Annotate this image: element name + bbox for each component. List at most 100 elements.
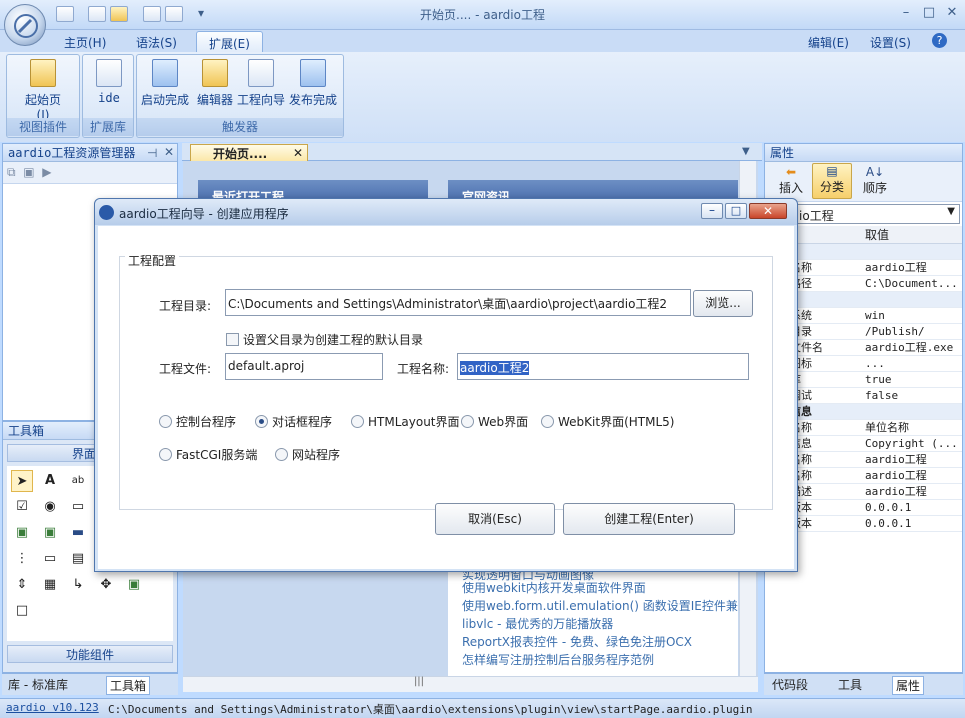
radio-fastcgi[interactable]: FastCGI服务端 bbox=[159, 446, 257, 463]
property-value[interactable]: aardio工程 bbox=[865, 452, 927, 467]
publish-complete-button[interactable]: 发布完成 bbox=[289, 59, 337, 113]
tab-syntax[interactable]: 语法(S) bbox=[124, 31, 189, 52]
move-tool-icon[interactable]: ✥ bbox=[95, 574, 117, 596]
tab-tools[interactable]: 工具 bbox=[838, 676, 862, 693]
play-icon[interactable]: ▶ bbox=[42, 165, 51, 179]
property-value[interactable]: aardio工程 bbox=[865, 484, 927, 499]
spin-tool-icon[interactable]: ⇕ bbox=[11, 574, 33, 596]
radio-circle[interactable] bbox=[541, 415, 554, 428]
save-icon[interactable]: ▣ bbox=[23, 165, 34, 179]
insert-button[interactable]: ⬅ 插入 bbox=[775, 165, 807, 196]
tree-tool-icon[interactable]: ⋮ bbox=[11, 548, 33, 570]
menu-edit[interactable]: 编辑(E) bbox=[796, 31, 861, 52]
cancel-button[interactable]: 取消(Esc) bbox=[435, 503, 555, 535]
label-tool-icon[interactable]: A bbox=[39, 470, 61, 492]
editor-button[interactable]: 编辑器 bbox=[191, 59, 239, 113]
splitter-tool-icon[interactable]: ↳ bbox=[67, 574, 89, 596]
property-value[interactable]: 0.0.0.1 bbox=[865, 500, 911, 515]
news-link[interactable]: 使用web.form.util.emulation() 函数设置IE控件兼 bbox=[448, 596, 738, 614]
radio-console[interactable]: 控制台程序 bbox=[159, 413, 236, 430]
close-button[interactable]: ✕ bbox=[942, 6, 962, 22]
pointer-tool-icon[interactable]: ➤ bbox=[11, 470, 33, 492]
pin-icon[interactable]: ⊣ bbox=[147, 146, 157, 160]
grid-tool-icon[interactable]: ▦ bbox=[39, 574, 61, 596]
news-link[interactable]: 使用webkit内核开发桌面软件界面 bbox=[448, 578, 738, 596]
radio-circle[interactable] bbox=[159, 415, 172, 428]
property-value[interactable]: 0.0.0.1 bbox=[865, 516, 911, 531]
radio-circle-selected[interactable] bbox=[255, 415, 268, 428]
radio-tool-icon[interactable]: ◉ bbox=[39, 496, 61, 518]
tab-close-icon[interactable]: ✕ bbox=[293, 146, 303, 160]
news-link[interactable]: ReportX报表控件 - 免费、绿色免注册OCX bbox=[448, 632, 738, 650]
menu-settings[interactable]: 设置(S) bbox=[858, 31, 923, 52]
startup-complete-button[interactable]: 启动完成 bbox=[141, 59, 189, 113]
tab-home[interactable]: 主页(H) bbox=[52, 31, 118, 52]
picture-tool-icon[interactable]: ▣ bbox=[11, 522, 33, 544]
property-value[interactable]: win bbox=[865, 308, 885, 323]
copy-icon[interactable]: ⧉ bbox=[7, 165, 16, 179]
minimize-button[interactable]: – bbox=[896, 6, 916, 22]
checkbox-tool-icon[interactable]: ☑ bbox=[11, 496, 33, 518]
category-button[interactable]: ▤ 分类 bbox=[812, 163, 852, 199]
tab-library[interactable]: 库 - 标准库 bbox=[8, 676, 68, 693]
checkbox-box[interactable] bbox=[226, 333, 239, 346]
panel-close-icon[interactable]: ✕ bbox=[164, 145, 174, 159]
property-value[interactable]: aardio工程.exe bbox=[865, 340, 953, 355]
property-value[interactable]: C:\Document... bbox=[865, 276, 958, 291]
image-tool-icon[interactable]: ▣ bbox=[39, 522, 61, 544]
function-components-header[interactable]: 功能组件 bbox=[7, 645, 173, 663]
tab-list-dropdown-icon[interactable]: ▼ bbox=[742, 146, 750, 157]
maximize-button[interactable]: □ bbox=[919, 6, 939, 22]
create-project-button[interactable]: 创建工程(Enter) bbox=[563, 503, 735, 535]
tab-start-page[interactable]: 开始页.... ✕ bbox=[190, 144, 308, 162]
default-dir-checkbox[interactable]: 设置父目录为创建工程的默认目录 bbox=[226, 331, 423, 348]
start-page-button[interactable]: 起始页(I) bbox=[19, 59, 67, 122]
ide-button[interactable]: ide bbox=[85, 59, 133, 113]
property-value[interactable]: ... bbox=[865, 356, 885, 371]
project-file-input[interactable]: default.aproj bbox=[225, 353, 383, 380]
property-value[interactable]: aardio工程 bbox=[865, 468, 927, 483]
dialog-minimize-button[interactable]: – bbox=[701, 203, 723, 219]
news-link[interactable]: libvlc - 最优秀的万能播放器 bbox=[448, 614, 738, 632]
order-button[interactable]: A↓ 顺序 bbox=[859, 165, 891, 196]
chevron-down-icon[interactable]: ▼ bbox=[947, 206, 955, 217]
radio-website[interactable]: 网站程序 bbox=[275, 446, 340, 463]
tab-toolbox[interactable]: 工具箱 bbox=[106, 676, 151, 695]
tab-extensions[interactable]: 扩展(E) bbox=[196, 31, 263, 52]
help-icon[interactable]: ? bbox=[932, 33, 947, 48]
property-value[interactable]: aardio工程 bbox=[865, 260, 927, 275]
property-value[interactable]: false bbox=[865, 388, 898, 403]
custom-tool-icon[interactable]: □ bbox=[11, 600, 33, 622]
edit-tool-icon[interactable]: ab bbox=[67, 470, 89, 492]
radio-dialog[interactable]: 对话框程序 bbox=[255, 413, 332, 430]
radio-webkit[interactable]: WebKit界面(HTML5) bbox=[541, 413, 674, 430]
project-wizard-button[interactable]: 工程向导 bbox=[237, 59, 285, 113]
scroll-thumb[interactable]: ||| bbox=[408, 676, 430, 692]
image-button-tool-icon[interactable]: ▣ bbox=[123, 574, 145, 596]
browse-button[interactable]: 浏览... bbox=[693, 290, 753, 317]
radio-circle[interactable] bbox=[159, 448, 172, 461]
horizontal-scrollbar[interactable] bbox=[183, 676, 758, 692]
groupbox-tool-icon[interactable]: ▭ bbox=[67, 496, 89, 518]
property-value[interactable]: /Publish/ bbox=[865, 324, 925, 339]
property-value[interactable]: 单位名称 bbox=[865, 420, 909, 435]
progress-tool-icon[interactable]: ▬ bbox=[67, 522, 89, 544]
radio-circle[interactable] bbox=[461, 415, 474, 428]
tab-snippets[interactable]: 代码段 bbox=[772, 676, 808, 693]
project-name-input[interactable]: aardio工程2 bbox=[457, 353, 749, 380]
news-link[interactable]: 怎样编写注册控制后台服务程序范例 bbox=[448, 650, 738, 668]
version-link[interactable]: aardio v10.123 bbox=[6, 701, 99, 714]
listview-tool-icon[interactable]: ▤ bbox=[67, 548, 89, 570]
project-dir-input[interactable]: C:\Documents and Settings\Administrator\… bbox=[225, 289, 691, 316]
radio-circle[interactable] bbox=[351, 415, 364, 428]
radio-web[interactable]: Web界面 bbox=[461, 413, 528, 430]
dialog-close-button[interactable]: ✕ bbox=[749, 203, 787, 219]
radio-circle[interactable] bbox=[275, 448, 288, 461]
dialog-maximize-button[interactable]: □ bbox=[725, 203, 747, 219]
tab-properties[interactable]: 属性 bbox=[892, 676, 925, 695]
app-orb-button[interactable] bbox=[4, 4, 46, 46]
property-value[interactable]: true bbox=[865, 372, 892, 387]
tab-tool-icon[interactable]: ▭ bbox=[39, 548, 61, 570]
radio-htmlayout[interactable]: HTMLayout界面 bbox=[351, 413, 460, 430]
property-value[interactable]: Copyright (... bbox=[865, 436, 958, 451]
